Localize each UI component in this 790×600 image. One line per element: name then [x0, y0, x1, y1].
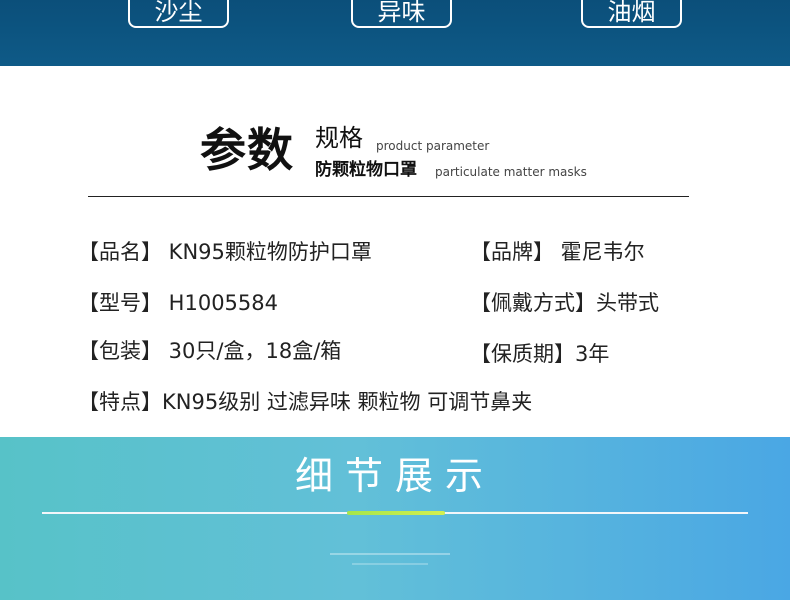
decorative-line: [352, 563, 428, 565]
product-label-cn: 防颗粒物口罩: [315, 160, 417, 180]
tag-cooking-fumes: 油烟: [581, 0, 682, 28]
decorative-line: [330, 553, 450, 555]
spec-wearing-style: 【佩戴方式】头带式: [470, 291, 659, 315]
spec-features: 【特点】KN95级别 过滤异味 颗粒物 可调节鼻夹: [78, 390, 533, 414]
tag-sandstorm: 沙尘: [128, 0, 229, 28]
details-title: 细节展示: [294, 454, 495, 498]
spec-label-cn: 规格: [315, 124, 363, 152]
top-banner: 沙尘 异味 油烟: [0, 0, 790, 66]
product-label-en: particulate matter masks: [435, 165, 587, 179]
spec-model: 【型号】 H1005584: [78, 291, 278, 315]
tag-odor: 异味: [351, 0, 452, 28]
heading-divider: [88, 196, 689, 197]
details-accent-bar: [347, 511, 445, 515]
spec-brand: 【品牌】 霍尼韦尔: [470, 240, 645, 264]
spec-product-name: 【品名】 KN95颗粒物防护口罩: [78, 240, 372, 264]
spec-label-en: product parameter: [376, 139, 490, 153]
spec-packaging: 【包装】 30只/盒，18盒/箱: [78, 339, 342, 363]
spec-shelf-life: 【保质期】3年: [470, 342, 610, 366]
parameter-title: 参数: [200, 123, 294, 177]
